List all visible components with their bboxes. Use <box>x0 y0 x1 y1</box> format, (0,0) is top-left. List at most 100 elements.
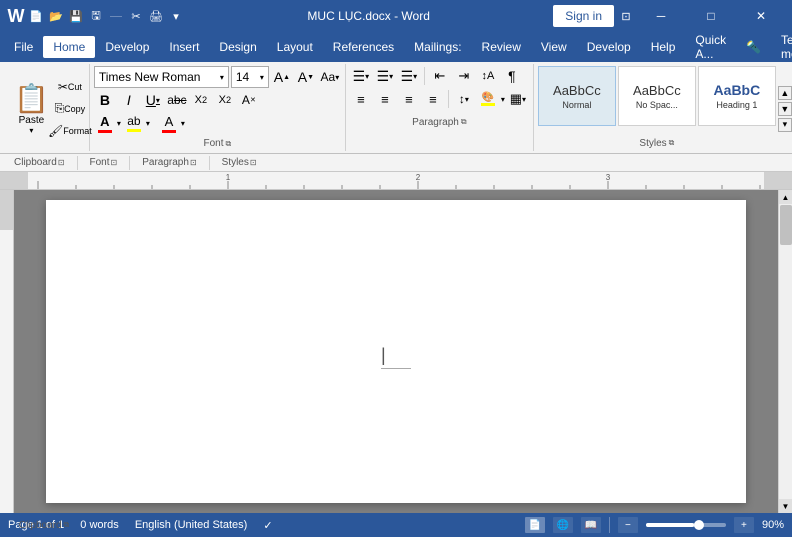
change-case-button[interactable]: Aa ▾ <box>319 67 341 87</box>
zoom-out-button[interactable]: − <box>618 517 638 533</box>
restore-button[interactable]: □ <box>688 0 734 32</box>
new-icon[interactable]: 📄 <box>28 8 44 24</box>
style-nospace[interactable]: AaBbCc No Spac... <box>618 66 696 126</box>
menu-develop2[interactable]: Develop <box>577 36 641 58</box>
clipboard-label-expand-icon[interactable]: ⊡ <box>58 158 65 167</box>
decrease-indent-button[interactable]: ⇤ <box>429 66 451 86</box>
bullets-button[interactable]: ☰ ▾ <box>350 66 372 86</box>
print-layout-view-button[interactable]: 📄 <box>525 517 545 533</box>
superscript-button[interactable]: X2 <box>214 90 236 110</box>
sign-in-button[interactable]: Sign in <box>553 5 614 27</box>
font-size-dropdown-icon[interactable]: ▾ <box>260 73 264 82</box>
language-indicator[interactable]: English (United States) <box>135 519 248 531</box>
paste-dropdown-icon[interactable]: ▾ <box>29 126 33 135</box>
menu-layout[interactable]: Layout <box>267 36 323 58</box>
numbering-button[interactable]: ☰ ▾ <box>374 66 396 86</box>
customize-icon[interactable]: ▾ <box>168 8 184 24</box>
styles-scroll-more-button[interactable]: ▾ <box>778 118 792 132</box>
subscript-button[interactable]: X2 <box>190 90 212 110</box>
font-label-item[interactable]: Font ⊡ <box>80 157 128 168</box>
styles-label-item[interactable]: Styles ⊡ <box>212 157 267 168</box>
menu-home[interactable]: Home <box>43 36 95 58</box>
highlight-dropdown-icon[interactable]: ▾ <box>146 119 150 128</box>
font-color-button[interactable]: A <box>94 112 116 134</box>
styles-expand-icon[interactable]: ⧉ <box>669 138 675 148</box>
format-painter-button[interactable]: 🖌 Format <box>59 121 81 141</box>
underline-button[interactable]: U ▾ <box>142 90 164 110</box>
undo2-icon[interactable]: 🖨 <box>148 8 164 24</box>
word-count[interactable]: 0 words <box>80 519 119 531</box>
minimize-button[interactable]: ─ <box>638 0 684 32</box>
highlight-color-button[interactable]: ab <box>123 112 145 134</box>
open-icon[interactable]: 📂 <box>48 8 64 24</box>
font-color2-button[interactable]: A <box>158 112 180 134</box>
clipboard-expand-icon[interactable]: ⧉ <box>64 520 70 530</box>
ribbon-display-icon[interactable]: ⊡ <box>618 8 634 24</box>
multilevel-button[interactable]: ☰ ▾ <box>398 66 420 86</box>
increase-indent-button[interactable]: ⇥ <box>453 66 475 86</box>
paragraph-expand-icon[interactable]: ⧉ <box>461 117 467 127</box>
menu-references[interactable]: References <box>323 36 404 58</box>
menu-tellme[interactable]: Tell me <box>771 29 792 65</box>
font-name-selector[interactable]: Times New Roman ▾ <box>94 66 229 88</box>
strikethrough-button[interactable]: abc <box>166 90 188 110</box>
menu-search-icon[interactable]: 🔦 <box>736 36 771 58</box>
read-mode-view-button[interactable]: 📖 <box>581 517 601 533</box>
menu-help[interactable]: Help <box>641 36 686 58</box>
cut-button[interactable]: ✂ Cut <box>59 77 81 97</box>
clipboard-label-item[interactable]: Clipboard ⊡ <box>4 157 75 168</box>
paragraph-label-expand-icon[interactable]: ⊡ <box>190 158 197 167</box>
font-label-expand-icon[interactable]: ⊡ <box>111 158 118 167</box>
clear-format-button[interactable]: A✕ <box>238 90 260 110</box>
line-spacing-button[interactable]: ↕ ▾ <box>453 89 475 109</box>
font-expand-icon[interactable]: ⧉ <box>226 139 232 149</box>
menu-develop[interactable]: Develop <box>95 36 159 58</box>
scroll-up-button[interactable]: ▲ <box>779 190 792 204</box>
scroll-thumb[interactable] <box>780 205 792 245</box>
menu-file[interactable]: File <box>4 36 43 58</box>
cut-icon[interactable]: ✂ <box>128 8 144 24</box>
align-right-button[interactable]: ≡ <box>398 89 420 109</box>
paragraph-label-item[interactable]: Paragraph ⊡ <box>132 157 206 168</box>
zoom-slider-knob[interactable] <box>694 520 704 530</box>
document-area[interactable]: | <box>14 190 778 513</box>
copy-button[interactable]: ⎘ Copy <box>59 99 81 119</box>
font-color2-dropdown-icon[interactable]: ▾ <box>181 119 185 128</box>
style-normal[interactable]: AaBbCc Normal <box>538 66 616 126</box>
proofing-icon[interactable]: ✓ <box>263 519 272 532</box>
styles-scroll-up-button[interactable]: ▲ <box>778 86 792 100</box>
menu-view[interactable]: View <box>531 36 577 58</box>
shading-button[interactable]: 🎨 <box>477 88 499 110</box>
align-center-button[interactable]: ≡ <box>374 89 396 109</box>
menu-review[interactable]: Review <box>472 36 531 58</box>
grow-font-button[interactable]: A▲ <box>271 67 293 87</box>
menu-insert[interactable]: Insert <box>159 36 209 58</box>
menu-mailings[interactable]: Mailings: <box>404 36 471 58</box>
sort-button[interactable]: ↕A <box>477 66 499 86</box>
scroll-down-button[interactable]: ▼ <box>779 499 792 513</box>
show-hide-button[interactable]: ¶ <box>501 66 523 86</box>
font-size-selector[interactable]: 14 ▾ <box>231 66 269 88</box>
menu-design[interactable]: Design <box>209 36 266 58</box>
web-layout-view-button[interactable]: 🌐 <box>553 517 573 533</box>
zoom-slider[interactable] <box>646 523 726 527</box>
text-cursor[interactable]: | <box>381 345 411 369</box>
styles-label-expand-icon[interactable]: ⊡ <box>250 158 257 167</box>
zoom-level[interactable]: 90% <box>762 519 784 531</box>
close-button[interactable]: ✕ <box>738 0 784 32</box>
italic-button[interactable]: I <box>118 90 140 110</box>
font-color-dropdown-icon[interactable]: ▾ <box>117 119 121 128</box>
styles-scroll-down-button[interactable]: ▼ <box>778 102 792 116</box>
zoom-in-button[interactable]: + <box>734 517 754 533</box>
font-name-dropdown-icon[interactable]: ▾ <box>220 73 224 82</box>
bold-button[interactable]: B <box>94 90 116 110</box>
scroll-track[interactable] <box>779 204 792 499</box>
borders-button[interactable]: ▦ ▾ <box>507 89 529 109</box>
shading-dropdown-icon[interactable]: ▾ <box>501 95 505 104</box>
document-page[interactable]: | <box>46 200 746 503</box>
shrink-font-button[interactable]: A▼ <box>295 67 317 87</box>
align-left-button[interactable]: ≡ <box>350 89 372 109</box>
menu-quickaccess[interactable]: Quick A... <box>685 29 736 65</box>
save-as-icon[interactable]: 🖫 <box>88 8 104 24</box>
justify-button[interactable]: ≡ <box>422 89 444 109</box>
